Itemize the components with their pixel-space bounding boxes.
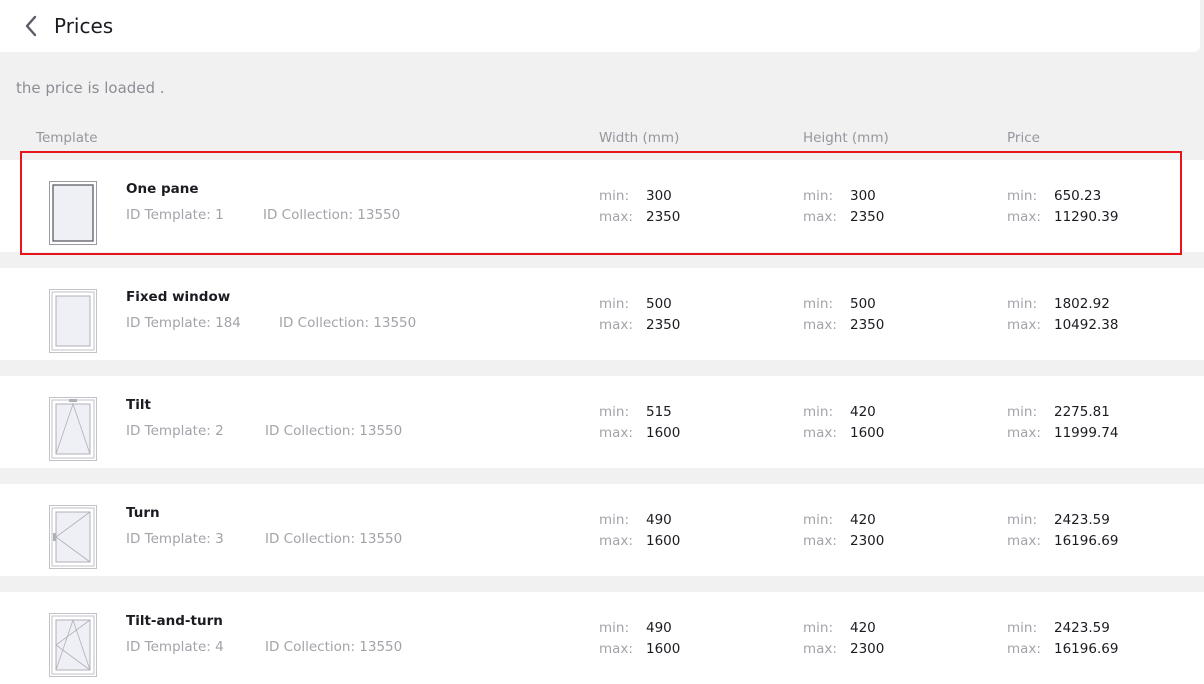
page-header: Prices bbox=[0, 0, 1200, 52]
height-max-label: max: bbox=[803, 533, 837, 549]
width-min-label: min: bbox=[599, 512, 630, 528]
height-max-label: max: bbox=[803, 641, 837, 657]
tilt-and-turn-window-icon bbox=[49, 613, 97, 677]
height-max-label: max: bbox=[803, 425, 837, 441]
height-min-label: min: bbox=[803, 296, 834, 312]
price-min-label: min: bbox=[1007, 512, 1038, 528]
width-max-label: max: bbox=[599, 317, 633, 333]
price-max-label: max: bbox=[1007, 533, 1041, 549]
width-min-value: 490 bbox=[646, 512, 672, 528]
width-max-value: 2350 bbox=[646, 317, 681, 333]
width-max-value: 1600 bbox=[646, 641, 681, 657]
page-title: Prices bbox=[54, 14, 114, 38]
width-max-value: 1600 bbox=[646, 533, 681, 549]
price-min-value: 2423.59 bbox=[1054, 620, 1110, 636]
price-max-value: 10492.38 bbox=[1054, 317, 1119, 333]
template-name: Tilt-and-turn bbox=[126, 613, 223, 629]
column-header-width: Width (mm) bbox=[599, 130, 680, 146]
table-row[interactable]: Fixed window ID Template: 184 ID Collectio… bbox=[0, 268, 1204, 360]
width-max-value: 1600 bbox=[646, 425, 681, 441]
width-min-value: 515 bbox=[646, 404, 672, 420]
template-name: Tilt bbox=[126, 397, 151, 413]
width-min-value: 490 bbox=[646, 620, 672, 636]
price-max-label: max: bbox=[1007, 641, 1041, 657]
height-min-label: min: bbox=[803, 404, 834, 420]
fixed-window-icon bbox=[49, 289, 97, 353]
chevron-left-icon bbox=[25, 15, 37, 37]
price-min-label: min: bbox=[1007, 620, 1038, 636]
width-min-value: 500 bbox=[646, 296, 672, 312]
height-max-value: 1600 bbox=[850, 425, 885, 441]
price-min-value: 1802.92 bbox=[1054, 296, 1110, 312]
table-row[interactable]: Turn ID Template: 3 ID Collection: 13550 mi… bbox=[0, 484, 1204, 576]
selected-row-highlight bbox=[20, 151, 1182, 255]
collection-id: ID Collection: 13550 bbox=[265, 531, 403, 547]
tilt-window-icon bbox=[49, 397, 97, 461]
height-max-value: 2300 bbox=[850, 641, 885, 657]
collection-id: ID Collection: 13550 bbox=[265, 639, 403, 655]
height-min-label: min: bbox=[803, 512, 834, 528]
width-max-label: max: bbox=[599, 533, 633, 549]
status-text: the price is loaded . bbox=[16, 79, 165, 97]
column-header-height: Height (mm) bbox=[803, 130, 889, 146]
price-max-label: max: bbox=[1007, 425, 1041, 441]
price-min-label: min: bbox=[1007, 404, 1038, 420]
price-min-value: 2423.59 bbox=[1054, 512, 1110, 528]
price-max-value: 16196.69 bbox=[1054, 641, 1119, 657]
template-id: ID Template: 2 bbox=[126, 423, 224, 439]
price-max-value: 16196.69 bbox=[1054, 533, 1119, 549]
template-id: ID Template: 4 bbox=[126, 639, 224, 655]
template-name: Fixed window bbox=[126, 289, 231, 305]
price-min-value: 2275.81 bbox=[1054, 404, 1110, 420]
template-id: ID Template: 3 bbox=[126, 531, 224, 547]
height-min-value: 420 bbox=[850, 620, 876, 636]
table-row[interactable]: Tilt-and-turn ID Template: 4 ID Collection… bbox=[0, 592, 1204, 684]
width-min-label: min: bbox=[599, 404, 630, 420]
height-min-value: 420 bbox=[850, 404, 876, 420]
price-min-label: min: bbox=[1007, 296, 1038, 312]
height-min-label: min: bbox=[803, 620, 834, 636]
width-max-label: max: bbox=[599, 641, 633, 657]
collection-id: ID Collection: 13550 bbox=[279, 315, 417, 331]
column-header-price: Price bbox=[1007, 130, 1040, 146]
price-max-value: 11999.74 bbox=[1054, 425, 1119, 441]
template-id: ID Template: 184 bbox=[126, 315, 241, 331]
height-min-value: 420 bbox=[850, 512, 876, 528]
height-max-value: 2300 bbox=[850, 533, 885, 549]
height-max-label: max: bbox=[803, 317, 837, 333]
collection-id: ID Collection: 13550 bbox=[265, 423, 403, 439]
table-row[interactable]: Tilt ID Template: 2 ID Collection: 13550 mi… bbox=[0, 376, 1204, 468]
height-min-value: 500 bbox=[850, 296, 876, 312]
template-name: Turn bbox=[126, 505, 160, 521]
height-max-value: 2350 bbox=[850, 317, 885, 333]
turn-window-icon bbox=[49, 505, 97, 569]
back-button[interactable] bbox=[24, 14, 44, 38]
width-max-label: max: bbox=[599, 425, 633, 441]
width-min-label: min: bbox=[599, 296, 630, 312]
price-max-label: max: bbox=[1007, 317, 1041, 333]
column-header-template: Template bbox=[36, 130, 98, 146]
width-min-label: min: bbox=[599, 620, 630, 636]
